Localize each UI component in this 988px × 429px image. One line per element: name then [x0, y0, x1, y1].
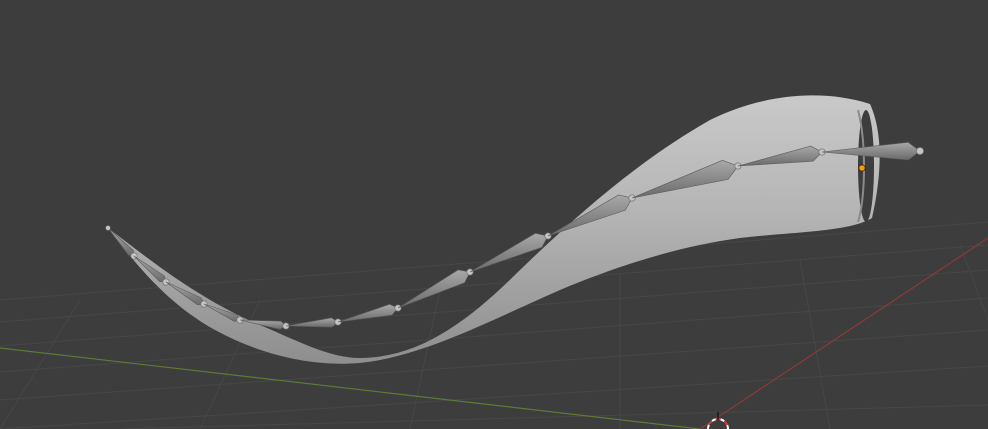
3d-cursor-icon[interactable]	[707, 412, 729, 429]
bone[interactable]	[337, 303, 399, 323]
bone-joint[interactable]	[916, 147, 924, 155]
horn-mesh[interactable]	[108, 95, 880, 364]
bone-joint[interactable]	[105, 225, 111, 231]
3d-viewport[interactable]	[0, 0, 988, 429]
bone[interactable]	[107, 227, 135, 257]
floor-grid	[0, 221, 988, 429]
viewport-canvas[interactable]	[0, 0, 988, 429]
origin-point[interactable]	[858, 164, 866, 172]
bone[interactable]	[397, 269, 471, 309]
bone[interactable]	[285, 317, 339, 328]
